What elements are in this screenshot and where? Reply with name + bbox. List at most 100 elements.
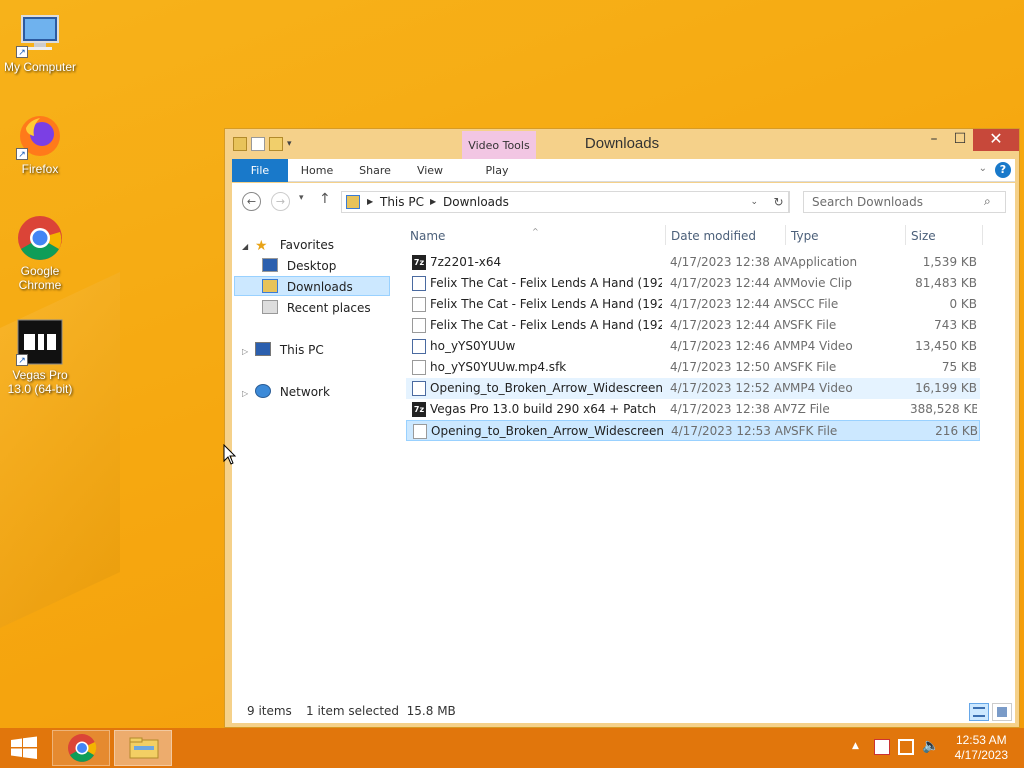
desktop-icon-vegas-pro[interactable]: ↗ Vegas Pro 13.0 (64-bit) bbox=[0, 318, 80, 396]
action-center-icon[interactable] bbox=[874, 739, 890, 755]
file-type: SFK File bbox=[790, 318, 837, 332]
nav-item-recent-places[interactable]: Recent places bbox=[262, 298, 371, 318]
shortcut-arrow-icon: ↗ bbox=[16, 46, 28, 58]
nav-this-pc-label: This PC bbox=[279, 343, 324, 357]
back-button[interactable]: ← bbox=[242, 192, 261, 211]
desktop-icon-google-chrome[interactable]: Google Chrome bbox=[0, 214, 80, 292]
document-icon bbox=[413, 424, 427, 439]
up-arrow-icon[interactable]: ↑ bbox=[319, 191, 331, 207]
clock-date: 4/17/2023 bbox=[954, 748, 1008, 762]
desktop-icon-my-computer[interactable]: ↗ My Computer bbox=[0, 10, 80, 74]
column-header-size[interactable]: Size bbox=[911, 229, 936, 243]
file-name: Vegas Pro 13.0 build 290 x64 + Patch bbox=[430, 402, 657, 416]
file-size: 13,450 KB bbox=[915, 339, 977, 353]
file-size: 388,528 KB bbox=[910, 402, 977, 416]
table-row[interactable]: Felix The Cat - Felix Lends A Hand (1922… bbox=[406, 294, 980, 315]
expand-ribbon-icon[interactable]: ⌄ bbox=[979, 163, 987, 174]
search-input[interactable]: Search Downloads bbox=[803, 191, 1006, 213]
file-size: 1,539 KB bbox=[922, 255, 977, 269]
maximize-button[interactable]: ☐ bbox=[947, 129, 973, 151]
column-header-label: Name bbox=[410, 229, 446, 243]
clock[interactable]: 12:53 AM 4/17/2023 bbox=[955, 733, 1008, 763]
column-divider[interactable] bbox=[665, 225, 666, 245]
tab-share[interactable]: Share bbox=[350, 159, 400, 182]
file-name: 7z2201-x64 bbox=[430, 255, 502, 269]
tab-home[interactable]: Home bbox=[292, 159, 342, 182]
large-icons-view-button[interactable] bbox=[992, 703, 1012, 721]
table-row[interactable]: 7z Vegas Pro 13.0 build 290 x64 + Patch 4/… bbox=[406, 399, 980, 420]
downloads-folder-icon bbox=[346, 195, 360, 209]
downloads-icon bbox=[262, 279, 278, 293]
taskbar-file-explorer[interactable] bbox=[114, 730, 172, 766]
close-button[interactable]: ✕ bbox=[973, 129, 1019, 151]
file-type: SFK File bbox=[790, 360, 837, 374]
file-date: 4/17/2023 12:44 AM bbox=[670, 297, 790, 311]
column-divider[interactable] bbox=[982, 225, 983, 245]
tab-play[interactable]: Play bbox=[465, 159, 529, 182]
volume-muted-icon[interactable]: 🔈 bbox=[922, 738, 939, 754]
tab-view[interactable]: View bbox=[407, 159, 453, 182]
computer-icon: ↗ bbox=[16, 10, 64, 58]
nav-this-pc[interactable]: ▷ This PC bbox=[242, 340, 324, 360]
nav-item-downloads[interactable]: Downloads bbox=[234, 276, 390, 296]
breadcrumb-separator-icon: ▶ bbox=[367, 197, 374, 206]
table-row[interactable]: Felix The Cat - Felix Lends A Hand (1922… bbox=[406, 315, 980, 336]
selection-info: 1 item selected 15.8 MB bbox=[306, 704, 456, 718]
network-status-icon[interactable] bbox=[898, 739, 914, 755]
refresh-button[interactable]: ↻ bbox=[768, 191, 790, 213]
desktop-icon-firefox[interactable]: ↗ Firefox bbox=[0, 112, 80, 176]
nav-item-label: Recent places bbox=[286, 301, 371, 315]
show-hidden-icons[interactable]: ▲ bbox=[852, 741, 859, 751]
column-header-type[interactable]: Type bbox=[791, 229, 819, 243]
address-bar[interactable]: ▶ This PC ▶ Downloads ⌄ bbox=[341, 191, 789, 213]
nav-favorites[interactable]: ◢ ★ Favorites bbox=[242, 235, 334, 255]
recent-places-icon bbox=[262, 300, 278, 314]
column-divider[interactable] bbox=[905, 225, 906, 245]
chrome-icon bbox=[16, 214, 64, 262]
status-bar: 9 items 1 item selected 15.8 MB bbox=[232, 699, 1015, 723]
tab-file[interactable]: File bbox=[232, 159, 288, 182]
file-name: ho_yYS0YUUw bbox=[430, 339, 516, 353]
explorer-window: ▾ Video Tools Downloads – ☐ ✕ File Home … bbox=[224, 128, 1020, 728]
expand-arrow-icon[interactable]: ◢ bbox=[242, 242, 248, 251]
table-row[interactable]: Opening_to_Broken_Arrow_Widescreen_... 4/… bbox=[406, 378, 980, 399]
table-row[interactable]: Felix The Cat - Felix Lends A Hand (1922… bbox=[406, 273, 980, 294]
column-divider[interactable] bbox=[785, 225, 786, 245]
start-button[interactable] bbox=[0, 728, 48, 768]
table-row[interactable]: Opening_to_Broken_Arrow_Widescreen_... 4/… bbox=[406, 420, 980, 441]
column-header-name[interactable]: Name ^ bbox=[410, 227, 539, 243]
navigation-pane: ◢ ★ Favorites Desktop Downloads Recent p… bbox=[232, 219, 390, 699]
file-date: 4/17/2023 12:44 AM bbox=[670, 276, 790, 290]
nav-network[interactable]: ▷ Network bbox=[242, 382, 330, 402]
minimize-button[interactable]: – bbox=[921, 129, 947, 151]
recent-locations-icon[interactable]: ▾ bbox=[299, 193, 304, 203]
table-row[interactable]: 7z 7z2201-x64 4/17/2023 12:38 AM Applicatio… bbox=[406, 252, 980, 273]
this-pc-icon bbox=[254, 342, 271, 356]
file-size: 16,199 KB bbox=[915, 381, 977, 395]
desktop-icon-label: My Computer bbox=[3, 60, 77, 74]
file-date: 4/17/2023 12:53 AM bbox=[671, 424, 791, 438]
star-icon: ★ bbox=[254, 238, 268, 254]
ribbon-tabs: File Home Share View Play ⌄ ? bbox=[232, 159, 1015, 182]
table-row[interactable]: ho_yYS0YUUw 4/17/2023 12:46 AM MP4 Video 13… bbox=[406, 336, 980, 357]
breadcrumb-this-pc[interactable]: This PC bbox=[380, 192, 424, 212]
file-name: Felix The Cat - Felix Lends A Hand (1922… bbox=[430, 276, 662, 290]
firefox-icon: ↗ bbox=[16, 112, 64, 160]
help-icon[interactable]: ? bbox=[995, 162, 1011, 178]
address-toolbar: ← → ▾ ↑ ▶ This PC ▶ Downloads ⌄ ↻ Search… bbox=[232, 183, 1015, 219]
expand-arrow-icon[interactable]: ▷ bbox=[242, 347, 248, 356]
forward-button[interactable]: → bbox=[271, 192, 290, 211]
breadcrumb-downloads[interactable]: Downloads bbox=[443, 192, 509, 212]
address-history-icon[interactable]: ⌄ bbox=[750, 192, 758, 212]
nav-item-desktop[interactable]: Desktop bbox=[262, 256, 336, 276]
table-row[interactable]: ho_yYS0YUUw.mp4.sfk 4/17/2023 12:50 AM SFK… bbox=[406, 357, 980, 378]
column-header-date[interactable]: Date modified bbox=[671, 229, 756, 243]
details-view-button[interactable] bbox=[969, 703, 989, 721]
title-bar[interactable]: ▾ Video Tools Downloads – ☐ ✕ bbox=[225, 129, 1019, 159]
expand-arrow-icon[interactable]: ▷ bbox=[242, 389, 248, 398]
taskbar: ▲ 🔈 12:53 AM 4/17/2023 bbox=[0, 728, 1024, 768]
file-name: Opening_to_Broken_Arrow_Widescreen_... bbox=[431, 424, 663, 438]
search-icon[interactable]: ⌕ bbox=[984, 194, 991, 209]
file-size: 0 KB bbox=[949, 297, 977, 311]
taskbar-chrome[interactable] bbox=[52, 730, 110, 766]
